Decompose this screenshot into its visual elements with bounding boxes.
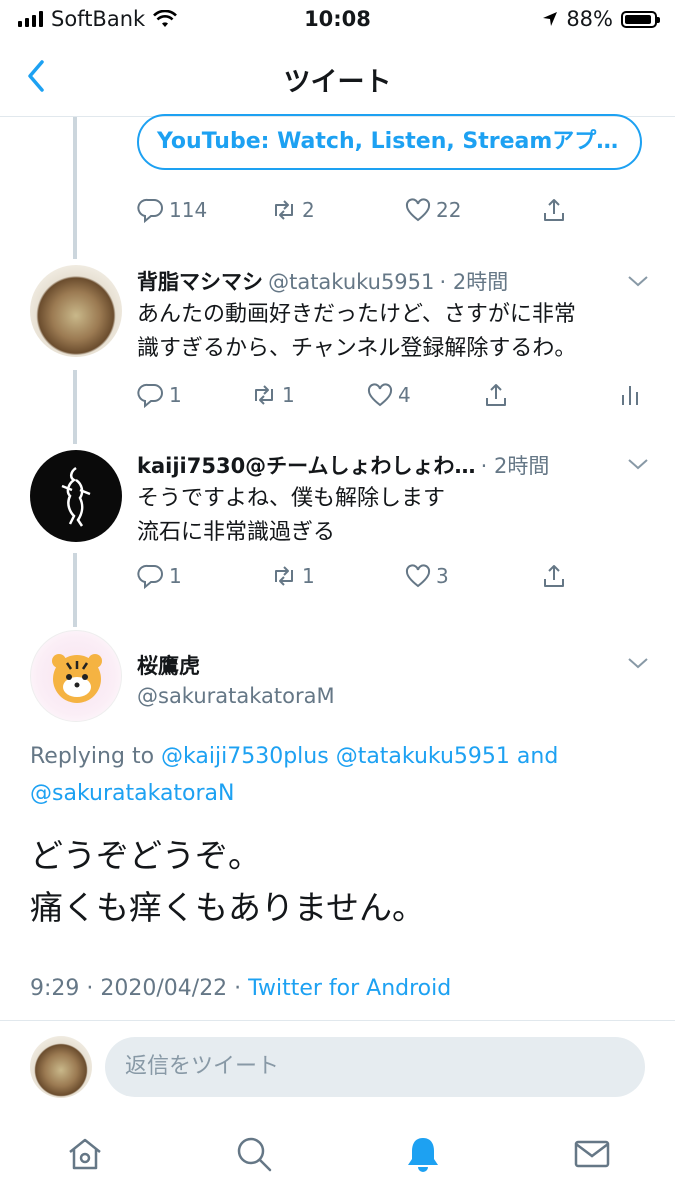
retweet-count: 1: [302, 564, 315, 588]
text-line: 流石に非常識過ぎる: [137, 520, 336, 545]
replying-to: Replying to @kaiji7530plus @tatakuku5951…: [30, 738, 650, 812]
link-card[interactable]: YouTube: Watch, Listen, Streamアプ…: [137, 114, 642, 170]
page-title: ツイート: [283, 67, 392, 98]
like-count: 3: [436, 564, 449, 588]
tweet-timestamp: 9:29 · 2020/04/22 ·: [30, 976, 242, 1001]
avatar-sebura[interactable]: [30, 265, 122, 357]
main-tweet-actions: 114 2 22: [0, 196, 675, 230]
share-icon: [544, 199, 564, 221]
reply-header: 背脂マシマシ @tatakuku5951 · 2時間: [137, 266, 627, 296]
like-button[interactable]: 22: [404, 196, 461, 224]
tweet-meta: 9:29 · 2020/04/22 · Twitter for Android: [30, 976, 451, 1001]
avatar-figure-icon: [61, 466, 91, 527]
reply-icon: [137, 198, 163, 224]
tweet-text: あんたの動画好きだったけど、さすがに非常 識すぎるから、チャンネル登録解除するわ…: [137, 298, 657, 366]
tweet-time: · 2時間: [480, 454, 550, 478]
battery-percent: 88%: [566, 7, 613, 31]
retweet-count: 2: [302, 198, 315, 222]
avatar-kaiji[interactable]: [30, 450, 122, 542]
share-icon: [544, 565, 564, 587]
text-line: あんたの動画好きだったけど、さすがに非常: [137, 302, 576, 327]
text-line: そうですよね、僕も解除します: [137, 486, 446, 511]
like-count: 22: [436, 198, 462, 222]
analytics-icon: [622, 386, 638, 405]
like-count: 4: [398, 383, 411, 407]
retweet-button[interactable]: 2: [270, 196, 315, 224]
retweet-button[interactable]: 1: [250, 381, 295, 409]
author-name[interactable]: kaiji7530@チームしょわしょわ…: [137, 454, 476, 478]
like-icon: [405, 198, 431, 222]
author-handle[interactable]: @sakuratakatoraM: [137, 684, 335, 708]
location-icon: [543, 12, 558, 26]
reply-input[interactable]: 返信をツイート: [105, 1037, 645, 1097]
focused-tweet-text: どうぞどうぞ。 痛くも痒くもありません。: [30, 830, 650, 934]
tab-bar: [0, 1116, 675, 1200]
mention-and[interactable]: and: [517, 744, 558, 769]
retweet-icon: [275, 566, 293, 586]
retweet-count: 1: [282, 383, 295, 407]
retweet-button[interactable]: 1: [270, 562, 315, 590]
avatar-sakura[interactable]: [30, 630, 122, 722]
chevron-down-icon[interactable]: [626, 456, 650, 472]
status-right: 88%: [542, 7, 660, 31]
tweet-source[interactable]: Twitter for Android: [248, 976, 451, 1001]
replying-prefix: Replying to: [30, 744, 155, 769]
reply-count: 114: [169, 198, 208, 222]
analytics-button[interactable]: [616, 381, 644, 409]
like-button[interactable]: 3: [404, 562, 449, 590]
status-bar: SoftBank 10:08 88%: [0, 0, 675, 38]
text-line: 痛くも痒くもありません。: [30, 888, 426, 927]
like-icon: [405, 564, 431, 588]
author-handle[interactable]: @tatakuku5951: [268, 270, 434, 294]
reply-button[interactable]: 1: [137, 381, 182, 409]
author-name[interactable]: 桜鷹虎: [137, 650, 200, 680]
tweet-time: · 2時間: [439, 270, 509, 294]
tiger-avatar-icon: [52, 654, 102, 703]
reply-actions: 1 1 4: [0, 381, 675, 415]
reply-button[interactable]: 114: [137, 196, 207, 224]
reply-count: 1: [169, 564, 182, 588]
search-icon[interactable]: [234, 1134, 274, 1174]
mention-link[interactable]: @sakuratakatoraN: [30, 781, 235, 806]
like-icon: [367, 383, 393, 407]
nav-bar: ツイート: [0, 38, 675, 117]
tweet-text: そうですよね、僕も解除します 流石に非常識過ぎる: [137, 482, 657, 550]
reply-button[interactable]: 1: [137, 562, 182, 590]
like-button[interactable]: 4: [366, 381, 411, 409]
text-line: 識すぎるから、チャンネル登録解除するわ。: [137, 336, 577, 361]
battery-icon: [621, 10, 660, 28]
share-button[interactable]: [482, 381, 510, 409]
thread-line: [73, 117, 77, 259]
reply-icon: [137, 564, 163, 590]
notifications-icon[interactable]: [403, 1134, 443, 1174]
mention-link[interactable]: @kaiji7530plus: [161, 744, 329, 769]
share-button[interactable]: [540, 562, 568, 590]
retweet-icon: [275, 200, 293, 220]
chevron-down-icon[interactable]: [626, 655, 650, 671]
chevron-down-icon[interactable]: [626, 273, 650, 289]
my-avatar[interactable]: [30, 1036, 92, 1098]
reply-actions: 1 1 3: [0, 562, 675, 596]
share-button[interactable]: [540, 196, 568, 224]
messages-icon[interactable]: [572, 1134, 612, 1174]
reply-header: kaiji7530@チームしょわしょわ… · 2時間: [137, 450, 627, 480]
home-icon[interactable]: [65, 1134, 105, 1174]
share-icon: [486, 384, 506, 406]
retweet-icon: [255, 385, 273, 405]
reply-icon: [137, 383, 163, 409]
reply-count: 1: [169, 383, 182, 407]
mention-link[interactable]: @tatakuku5951: [336, 744, 510, 769]
author-name[interactable]: 背脂マシマシ: [137, 270, 263, 294]
text-line: どうぞどうぞ。: [30, 836, 261, 875]
